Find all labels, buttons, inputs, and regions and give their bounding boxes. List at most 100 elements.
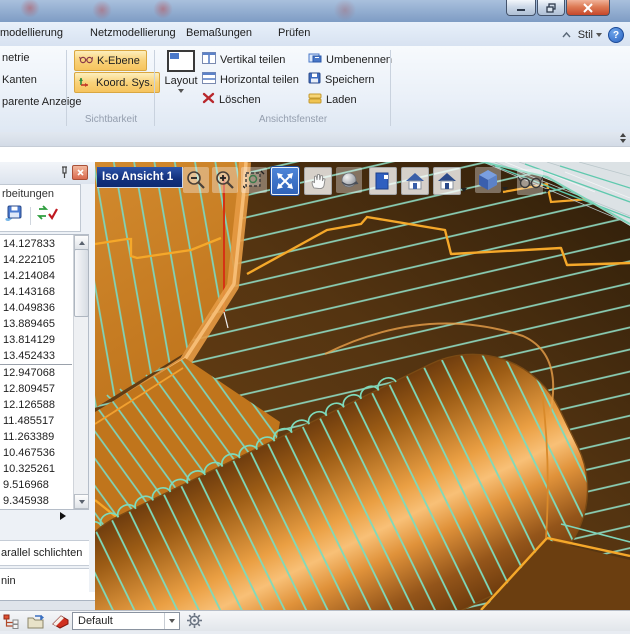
close-button[interactable] — [566, 0, 610, 16]
chevron-down-icon — [169, 619, 175, 623]
split-vertical-icon — [202, 52, 216, 67]
profile-value: Default — [78, 615, 113, 627]
viewport-3d[interactable]: Iso Ansicht 1 — [95, 162, 630, 610]
k-ebene-label: K-Ebene — [97, 54, 140, 67]
loeschen-label: Löschen — [219, 93, 261, 106]
main-area: rbeitungen 14.127833 14.222105 14.214084 14… — [0, 162, 630, 610]
chevron-down-icon — [502, 187, 508, 191]
value-rows: 14.127833 14.222105 14.214084 14.143168 14.0… — [0, 236, 72, 509]
save-toolpath-icon[interactable] — [4, 204, 24, 227]
list-item[interactable]: 14.214084 — [0, 268, 72, 284]
koord-sys-label: Koord. Sys. — [96, 76, 153, 89]
group-label-ansichtsfenster: Ansichtsfenster — [258, 114, 328, 125]
viewport-panel-button[interactable] — [369, 167, 397, 195]
tab-netzmodellierung[interactable]: Netzmodellierung — [90, 27, 176, 39]
restore-button[interactable] — [537, 0, 565, 16]
scroll-up-icon[interactable] — [74, 235, 89, 250]
help-button[interactable]: ? — [608, 27, 624, 43]
home-views-dropdown[interactable] — [433, 167, 467, 195]
coordinate-system-icon — [79, 75, 92, 90]
window-titlebar[interactable] — [0, 0, 630, 22]
properties-icon[interactable] — [27, 614, 44, 634]
ribbon-item-kanten[interactable]: Kanten — [2, 74, 37, 86]
list-item[interactable]: 12.947068 — [0, 364, 72, 381]
machining-panel: rbeitungen 14.127833 14.222105 14.214084 14… — [0, 162, 96, 601]
collapse-ribbon-icon[interactable] — [561, 26, 572, 44]
list-item[interactable]: 13.814129 — [0, 332, 72, 348]
tab-bemassungen[interactable]: Bemaßungen — [186, 27, 252, 39]
pan-hand-button[interactable] — [304, 167, 332, 195]
ribbon-separator — [66, 50, 67, 126]
fit-view-button[interactable] — [271, 167, 299, 195]
zoom-in-button[interactable] — [212, 167, 238, 193]
panel-card: rbeitungen — [0, 184, 81, 232]
tab-modellierung[interactable]: modellierung — [0, 27, 63, 39]
material-shape-icon[interactable] — [51, 614, 70, 634]
koord-sys-toggle[interactable]: Koord. Sys. — [74, 72, 160, 93]
section-min[interactable]: nin — [0, 568, 89, 594]
style-menu[interactable]: Stil — [578, 29, 602, 41]
save-disk-icon — [308, 72, 321, 87]
panel-bottom — [0, 592, 95, 601]
vertikal-teilen-button[interactable]: Vertikal teilen — [202, 52, 285, 67]
loeschen-button[interactable]: Löschen — [202, 92, 261, 107]
list-item[interactable]: 14.127833 — [0, 236, 72, 252]
split-horizontal-icon — [202, 72, 216, 87]
profile-combobox[interactable]: Default — [72, 612, 180, 630]
vertikal-teilen-label: Vertikal teilen — [220, 53, 286, 66]
scroll-down-icon[interactable] — [74, 494, 89, 509]
horizontal-teilen-button[interactable]: Horizontal teilen — [202, 72, 299, 87]
visibility-glasses-dropdown[interactable] — [517, 169, 550, 195]
toolbar-strip — [0, 132, 630, 146]
k-ebene-toggle[interactable]: K-Ebene — [74, 50, 147, 71]
list-item[interactable]: 9.516968 — [0, 477, 72, 493]
value-list: 14.127833 14.222105 14.214084 14.143168 14.0… — [0, 234, 89, 510]
list-item[interactable]: 10.325261 — [0, 461, 72, 477]
group-label-sichtbarkeit: Sichtbarkeit — [84, 114, 138, 125]
scroll-spinner[interactable] — [620, 133, 626, 143]
umbenennen-button[interactable]: Umbenennen — [308, 52, 392, 67]
tab-pruefen[interactable]: Prüfen — [278, 27, 310, 39]
cube-views-dropdown[interactable] — [475, 167, 508, 193]
laden-button[interactable]: Laden — [308, 92, 357, 107]
list-item[interactable]: 13.452433 — [0, 348, 72, 364]
scene-canvas — [95, 162, 630, 610]
zoom-out-button[interactable] — [183, 167, 209, 193]
list-item[interactable]: 14.222105 — [0, 252, 72, 268]
layout-button[interactable]: Layout — [162, 50, 200, 110]
ribbon-item-geometrie[interactable]: netrie — [2, 52, 30, 64]
gear-icon[interactable] — [186, 612, 203, 634]
panel-title: rbeitungen — [2, 188, 54, 200]
apply-check-icon[interactable] — [36, 204, 59, 227]
load-icon — [308, 92, 322, 107]
list-item[interactable]: 14.049836 — [0, 300, 72, 316]
list-item[interactable]: 14.143168 — [0, 284, 72, 300]
ribbon-item-transparente-anzeige[interactable]: parente Anzeige — [2, 96, 82, 108]
minimize-button[interactable] — [506, 0, 536, 16]
viewport-title[interactable]: Iso Ansicht 1 — [97, 167, 183, 188]
list-item[interactable]: 9.345938 — [0, 493, 72, 509]
panel-header — [0, 162, 95, 184]
list-item[interactable]: 12.809457 — [0, 381, 72, 397]
chevron-down-icon — [544, 189, 550, 193]
home-view-button[interactable] — [401, 167, 429, 195]
list-item[interactable]: 11.485517 — [0, 413, 72, 429]
delete-x-icon — [202, 92, 215, 107]
rotate-view-button[interactable] — [336, 167, 362, 193]
zoom-window-button[interactable] — [241, 167, 267, 193]
speichern-button[interactable]: Speichern — [308, 72, 375, 87]
statusbar: Default — [0, 610, 630, 631]
scrollbar[interactable] — [73, 235, 89, 509]
browser-tree-icon[interactable] — [3, 613, 20, 634]
list-item[interactable]: 12.126588 — [0, 397, 72, 413]
pin-icon[interactable] — [60, 166, 69, 184]
panel-close-button[interactable] — [72, 165, 88, 180]
list-item[interactable]: 13.889465 — [0, 316, 72, 332]
ribbon-separator — [390, 50, 391, 126]
section-parallel-schlichten[interactable]: arallel schlichten — [0, 540, 89, 566]
list-item[interactable]: 10.467536 — [0, 445, 72, 461]
scrollbar-thumb[interactable] — [74, 249, 89, 317]
list-item[interactable]: 11.263389 — [0, 429, 72, 445]
expand-arrow-icon[interactable] — [60, 512, 66, 520]
combobox-dropdown-button[interactable] — [164, 613, 179, 629]
